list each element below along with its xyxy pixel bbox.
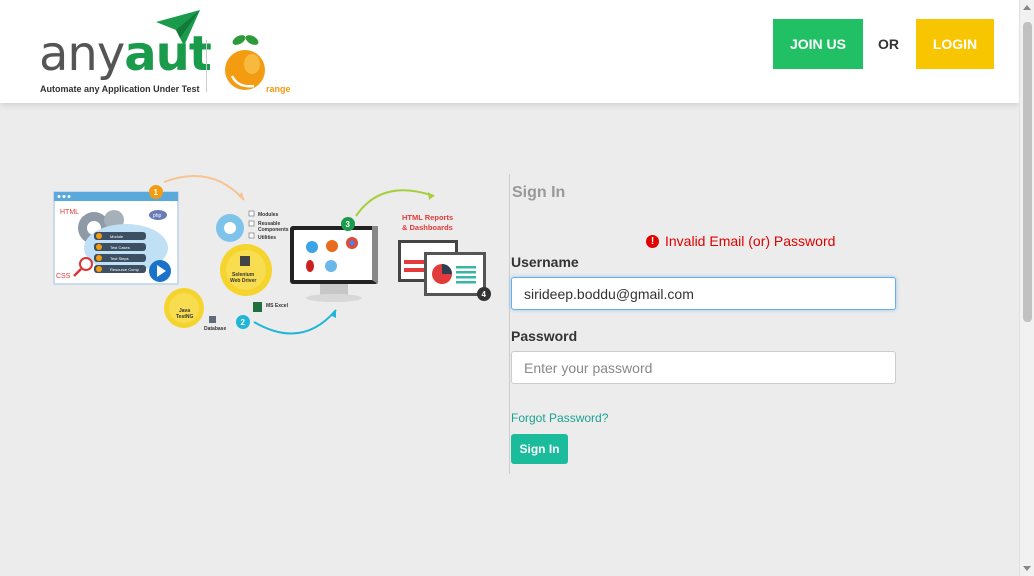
login-button[interactable]: LOGIN bbox=[916, 19, 994, 69]
or-text: OR bbox=[878, 36, 899, 52]
svg-text:4: 4 bbox=[482, 290, 487, 299]
password-label: Password bbox=[511, 328, 578, 344]
logo-wordmark: anyaut bbox=[39, 26, 212, 82]
browser-monitor-graphic bbox=[290, 226, 378, 302]
svg-text:Modules: Modules bbox=[258, 212, 278, 218]
app-window-graphic: HTML CSS php Module Test Cases Test Step… bbox=[53, 191, 179, 285]
signin-panel: Sign In ! Invalid Email (or) Password Us… bbox=[509, 174, 909, 474]
php-label: php bbox=[153, 213, 162, 219]
anyaut-logo[interactable]: anyaut Automate any Application Under Te… bbox=[36, 8, 306, 98]
signin-title: Sign In bbox=[512, 184, 566, 201]
svg-text:Utilities: Utilities bbox=[258, 235, 276, 241]
orange-label: range bbox=[266, 84, 291, 94]
join-us-button[interactable]: JOIN US bbox=[773, 19, 863, 69]
svg-text:Database: Database bbox=[204, 326, 226, 332]
scroll-up-arrow-icon[interactable] bbox=[1023, 5, 1031, 10]
svg-text:& Dashboards: & Dashboards bbox=[402, 223, 453, 232]
selenium-gear-graphic: Modules Reusable Components Utilities Se… bbox=[164, 210, 289, 332]
svg-text:Web Driver: Web Driver bbox=[230, 278, 256, 284]
scroll-down-arrow-icon[interactable] bbox=[1023, 566, 1031, 571]
password-input[interactable] bbox=[511, 351, 896, 384]
svg-text:Components: Components bbox=[258, 227, 289, 233]
svg-text:3: 3 bbox=[346, 220, 351, 229]
svg-text:1: 1 bbox=[154, 188, 159, 197]
scroll-thumb[interactable] bbox=[1023, 22, 1032, 322]
svg-text:MS Excel: MS Excel bbox=[266, 303, 289, 309]
username-label: Username bbox=[511, 254, 579, 270]
site-header: anyaut Automate any Application Under Te… bbox=[0, 0, 1019, 103]
error-text: Invalid Email (or) Password bbox=[665, 233, 836, 249]
css-label: CSS bbox=[56, 273, 71, 280]
logo-divider bbox=[206, 40, 207, 92]
forgot-password-link[interactable]: Forgot Password? bbox=[511, 411, 608, 425]
html-reports-graphic: HTML Reports & Dashboards 4 bbox=[398, 213, 491, 301]
logo-tagline: Automate any Application Under Test bbox=[40, 84, 200, 94]
workflow-illustration: HTML CSS php Module Test Cases Test Step… bbox=[53, 175, 491, 335]
svg-text:HTML Reports: HTML Reports bbox=[402, 213, 453, 222]
error-message: ! Invalid Email (or) Password bbox=[646, 233, 835, 249]
html-label: HTML bbox=[60, 209, 79, 216]
sign-in-button[interactable]: Sign In bbox=[511, 434, 568, 464]
svg-text:2: 2 bbox=[241, 318, 246, 327]
svg-text:Module: Module bbox=[110, 234, 124, 239]
username-input[interactable] bbox=[511, 277, 896, 310]
svg-text:Test Cases: Test Cases bbox=[110, 245, 130, 250]
orange-icon bbox=[225, 35, 265, 90]
svg-text:Test Steps: Test Steps bbox=[110, 256, 129, 261]
error-icon: ! bbox=[646, 234, 659, 248]
svg-text:Resource Comp: Resource Comp bbox=[110, 267, 140, 272]
svg-text:TestNG: TestNG bbox=[176, 314, 194, 320]
vertical-scrollbar[interactable] bbox=[1019, 0, 1034, 576]
